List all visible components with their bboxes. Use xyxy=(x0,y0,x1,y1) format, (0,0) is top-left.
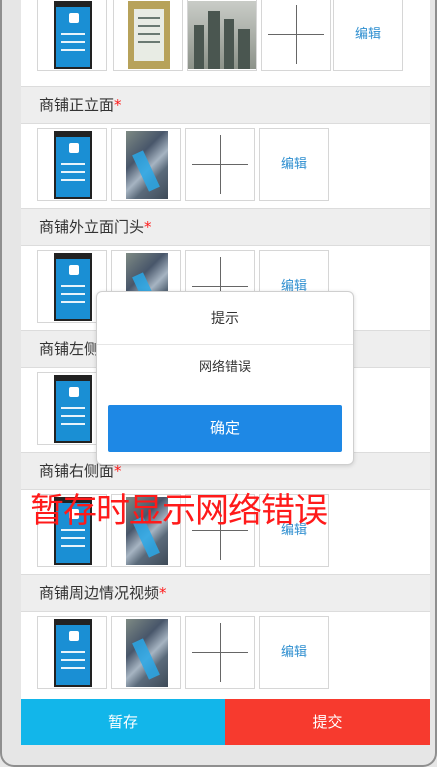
app-screen: 编辑 商铺正立面* 编辑 商铺外立面门头* 编辑 商铺左侧面 商铺右侧面* 编辑… xyxy=(21,0,430,745)
add-photo-button[interactable] xyxy=(185,128,255,201)
dialog-message: 网络错误 xyxy=(198,360,251,375)
photo-tile[interactable] xyxy=(111,616,181,689)
screenshot-thumbnail xyxy=(54,619,92,687)
storefront-photo xyxy=(126,131,168,199)
screenshot-thumbnail xyxy=(54,375,92,443)
annotation-text: 暂存时显示网络错误 xyxy=(30,491,328,531)
submit-button[interactable]: 提交 xyxy=(225,699,430,745)
add-photo-button[interactable] xyxy=(261,0,331,71)
edit-button[interactable]: 编辑 xyxy=(333,0,403,71)
edit-button[interactable]: 编辑 xyxy=(259,616,329,689)
add-photo-button[interactable] xyxy=(185,616,255,689)
dialog-title: 提示 xyxy=(211,311,239,327)
edit-button[interactable]: 编辑 xyxy=(259,128,329,201)
photo-row-video: 编辑 xyxy=(21,612,430,696)
screenshot-thumbnail xyxy=(54,253,92,321)
building-photo xyxy=(188,1,256,69)
photo-tile[interactable] xyxy=(37,616,107,689)
section-header-front: 商铺正立面* xyxy=(21,86,430,124)
alert-dialog: 提示 网络错误 确定 xyxy=(96,291,354,465)
photo-row-top: 编辑 xyxy=(21,0,430,78)
section-header-video: 商铺周边情况视频* xyxy=(21,574,430,612)
photo-tile[interactable] xyxy=(37,0,107,71)
screenshot-thumbnail xyxy=(54,1,92,69)
screenshot-thumbnail xyxy=(54,131,92,199)
photo-row-front: 编辑 xyxy=(21,124,430,208)
confirm-button[interactable]: 确定 xyxy=(108,405,342,452)
photo-tile[interactable] xyxy=(187,0,257,71)
dialog-divider xyxy=(97,344,353,345)
section-header-door: 商铺外立面门头* xyxy=(21,208,430,246)
document-photo xyxy=(128,1,170,69)
storefront-photo xyxy=(126,619,168,687)
photo-tile[interactable] xyxy=(37,128,107,201)
photo-tile[interactable] xyxy=(111,128,181,201)
photo-tile[interactable] xyxy=(113,0,183,71)
bottom-action-bar: 暂存 提交 xyxy=(21,699,430,745)
save-draft-button[interactable]: 暂存 xyxy=(21,699,225,745)
